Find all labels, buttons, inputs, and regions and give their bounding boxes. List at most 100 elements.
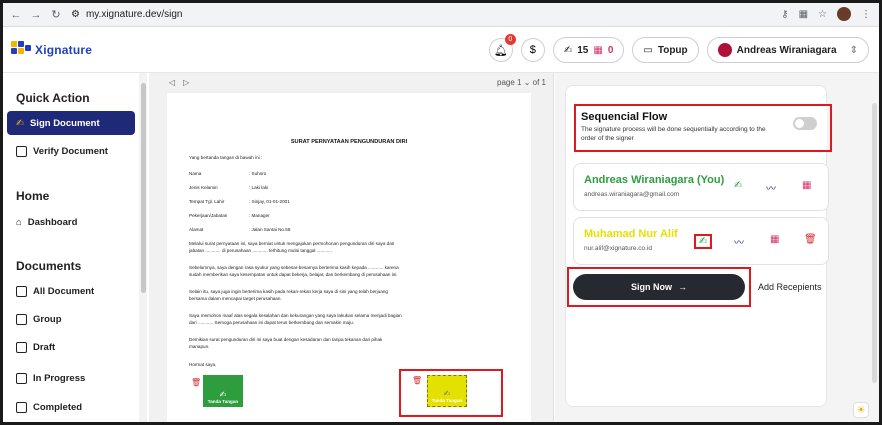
panel-scrollbar[interactable] xyxy=(872,103,877,383)
sidebar-item-dashboard[interactable]: ⌂ Dashboard xyxy=(7,210,135,234)
add-recipients-link[interactable]: Add Recepients xyxy=(758,282,822,292)
address-bar[interactable]: ⚙ my.xignature.dev/sign xyxy=(71,9,183,20)
sidebar-item-verify-document[interactable]: Verify Document xyxy=(7,139,135,163)
signature-field-label: Tanda Tangan xyxy=(207,399,239,404)
paraf-icon[interactable]: 〰 xyxy=(734,234,744,249)
field-row: Pekerjaan/Jabatan: Manager xyxy=(189,213,270,218)
menu-icon[interactable]: ⋮ xyxy=(861,9,871,20)
sidebar-item-label: Dashboard xyxy=(27,216,78,228)
highlight-box xyxy=(399,369,503,417)
signer-name: Muhamad Nur Alif xyxy=(584,228,678,240)
section-title-documents: Documents xyxy=(16,259,82,273)
signature-icon[interactable]: ✍ xyxy=(694,234,713,249)
field-value: : Manager xyxy=(249,213,270,218)
signer-email: nur.alif@xignature.co.id xyxy=(584,245,653,252)
sidebar-item-in-progress[interactable]: In Progress xyxy=(7,366,135,390)
stamp-icon[interactable]: ▦ xyxy=(770,234,779,245)
chevron-down-icon[interactable]: ⌄ xyxy=(524,78,531,87)
highlight-box xyxy=(567,267,751,307)
signer-card: Andreas Wiraniagara (You) andreas.wirani… xyxy=(573,163,829,211)
page-nav-arrows-icon[interactable]: ◁▷ xyxy=(169,78,197,87)
sidebar-item-label: Draft xyxy=(33,341,56,353)
sidebar-item-label: Verify Document xyxy=(33,145,108,157)
sidebar-item-group[interactable]: Group xyxy=(7,307,135,331)
chevron-updown-icon: ⇕ xyxy=(849,44,858,56)
field-value: : Laki laki xyxy=(249,185,269,190)
stamp-icon: ▦ xyxy=(593,44,603,56)
progress-icon xyxy=(16,372,27,384)
signer-name: Andreas Wiraniagara (You) xyxy=(584,174,725,186)
notification-button[interactable]: 🔔︎ 0 xyxy=(488,34,516,62)
paraf-icon[interactable]: 〰 xyxy=(766,180,776,195)
sidebar-item-label: All Document xyxy=(33,285,95,297)
user-name: Andreas Wiraniagara xyxy=(736,44,837,56)
completed-icon xyxy=(16,401,27,413)
sidebar-item-all-document[interactable]: All Document xyxy=(7,279,135,303)
sidebar-scrollbar-thumb[interactable] xyxy=(141,83,146,293)
site-info-icon[interactable]: ⚙ xyxy=(71,9,80,20)
pen-icon: ✍ xyxy=(16,117,24,129)
balance-button[interactable]: $ xyxy=(520,38,545,62)
field-key: Tempat Tgl. Lahir xyxy=(189,199,225,204)
sidebar-item-completed[interactable]: Completed xyxy=(7,395,135,419)
document-text: sudah memberikan saya kesempatan untuk d… xyxy=(189,272,398,277)
quota-pill[interactable]: ✍ 15 ▦ 0 xyxy=(552,37,625,63)
signature-icon: ✍ xyxy=(563,44,573,56)
back-icon[interactable]: ← xyxy=(9,8,23,22)
logo[interactable]: Xignature xyxy=(11,41,92,59)
home-icon: ⌂ xyxy=(16,216,22,228)
trash-icon[interactable]: 🗑︎ xyxy=(804,234,817,245)
page-select[interactable]: 1 xyxy=(517,78,521,87)
avatar xyxy=(717,43,732,57)
header-actions: 🔔︎ 0 $ ✍ 15 ▦ 0 ▭ Topup Andreas Wiraniag… xyxy=(488,34,869,63)
reload-icon[interactable]: ↻ xyxy=(49,8,63,22)
star-icon[interactable]: ☆ xyxy=(818,9,827,20)
translate-icon[interactable]: ▦ xyxy=(799,9,808,20)
topup-button[interactable]: ▭ Topup xyxy=(632,37,699,63)
document-text: bersama dalam mencapai target perusahaan… xyxy=(189,296,282,301)
signer-card: Muhamad Nur Alif nur.alif@xignature.co.i… xyxy=(573,217,829,265)
field-key: Alamat xyxy=(189,227,204,232)
document-text: Sebelumnya, saya dengan rasa syukur yang… xyxy=(189,265,399,270)
sidebar-item-label: Group xyxy=(33,313,62,325)
sidebar: Quick Action ✍ Sign Document Verify Docu… xyxy=(3,73,145,422)
theme-toggle-icon[interactable]: ☀ xyxy=(853,402,869,418)
sidebar-item-label: In Progress xyxy=(33,372,86,384)
document-text: Saya memohon maaf atas segala kesalahan … xyxy=(189,313,402,318)
document-check-icon xyxy=(16,145,27,157)
field-row: Alamat : Jalan Santai No.58 xyxy=(189,227,290,232)
viewer-toolbar: ◁▷ page 1 ⌄ of 1 xyxy=(149,73,554,91)
document-text: dari ............ Semoga perusahaan ini … xyxy=(189,320,354,325)
draft-icon xyxy=(16,341,27,353)
app-header: Xignature 🔔︎ 0 $ ✍ 15 ▦ 0 ▭ Topup Andrea… xyxy=(3,27,879,73)
signature-icon[interactable]: ✍ xyxy=(734,180,742,191)
document-page: SURAT PERNYATAAN PENGUNDURAN DIRI Yang b… xyxy=(167,93,531,422)
topup-label: Topup xyxy=(657,44,688,56)
sidebar-item-sign-document[interactable]: ✍ Sign Document xyxy=(7,111,135,135)
document-text: Hormat saya, xyxy=(189,362,217,367)
page-label: page xyxy=(497,77,515,87)
stamp-icon[interactable]: ▦ xyxy=(802,180,811,191)
signer-email: andreas.wiraniagara@gmail.com xyxy=(584,191,680,198)
field-value: : Sinjay, 01-01-2001 xyxy=(249,199,290,204)
sidebar-item-label: Sign Document xyxy=(29,117,100,129)
highlight-box xyxy=(574,104,832,152)
field-value: : Jalan Santai No.58 xyxy=(249,227,291,232)
document-text: manapun. xyxy=(189,344,210,349)
user-menu[interactable]: Andreas Wiraniagara ⇕ xyxy=(706,37,869,63)
forward-icon[interactable]: → xyxy=(29,8,43,22)
profile-icon[interactable] xyxy=(837,7,851,21)
field-row: Jenis Kelamin: Laki laki xyxy=(189,185,268,190)
signature-field-signer-1[interactable]: ✍ Tanda Tangan xyxy=(203,375,243,407)
folder-icon xyxy=(16,313,27,325)
browser-actions: ⚷ ▦ ☆ ⋮ xyxy=(781,7,871,21)
section-title-home: Home xyxy=(16,189,50,203)
document-title: SURAT PERNYATAAN PENGUNDURAN DIRI xyxy=(290,139,408,145)
signing-panel: Sequencial Flow The signature process wi… xyxy=(555,73,879,422)
page-total: of 1 xyxy=(532,77,546,87)
url-text[interactable]: my.xignature.dev/sign xyxy=(86,9,183,20)
field-value: : Suhoro xyxy=(249,171,267,176)
password-key-icon[interactable]: ⚷ xyxy=(781,9,788,20)
delete-signature-icon[interactable]: 🗑︎ xyxy=(191,378,201,387)
sidebar-item-draft[interactable]: Draft xyxy=(7,335,135,359)
